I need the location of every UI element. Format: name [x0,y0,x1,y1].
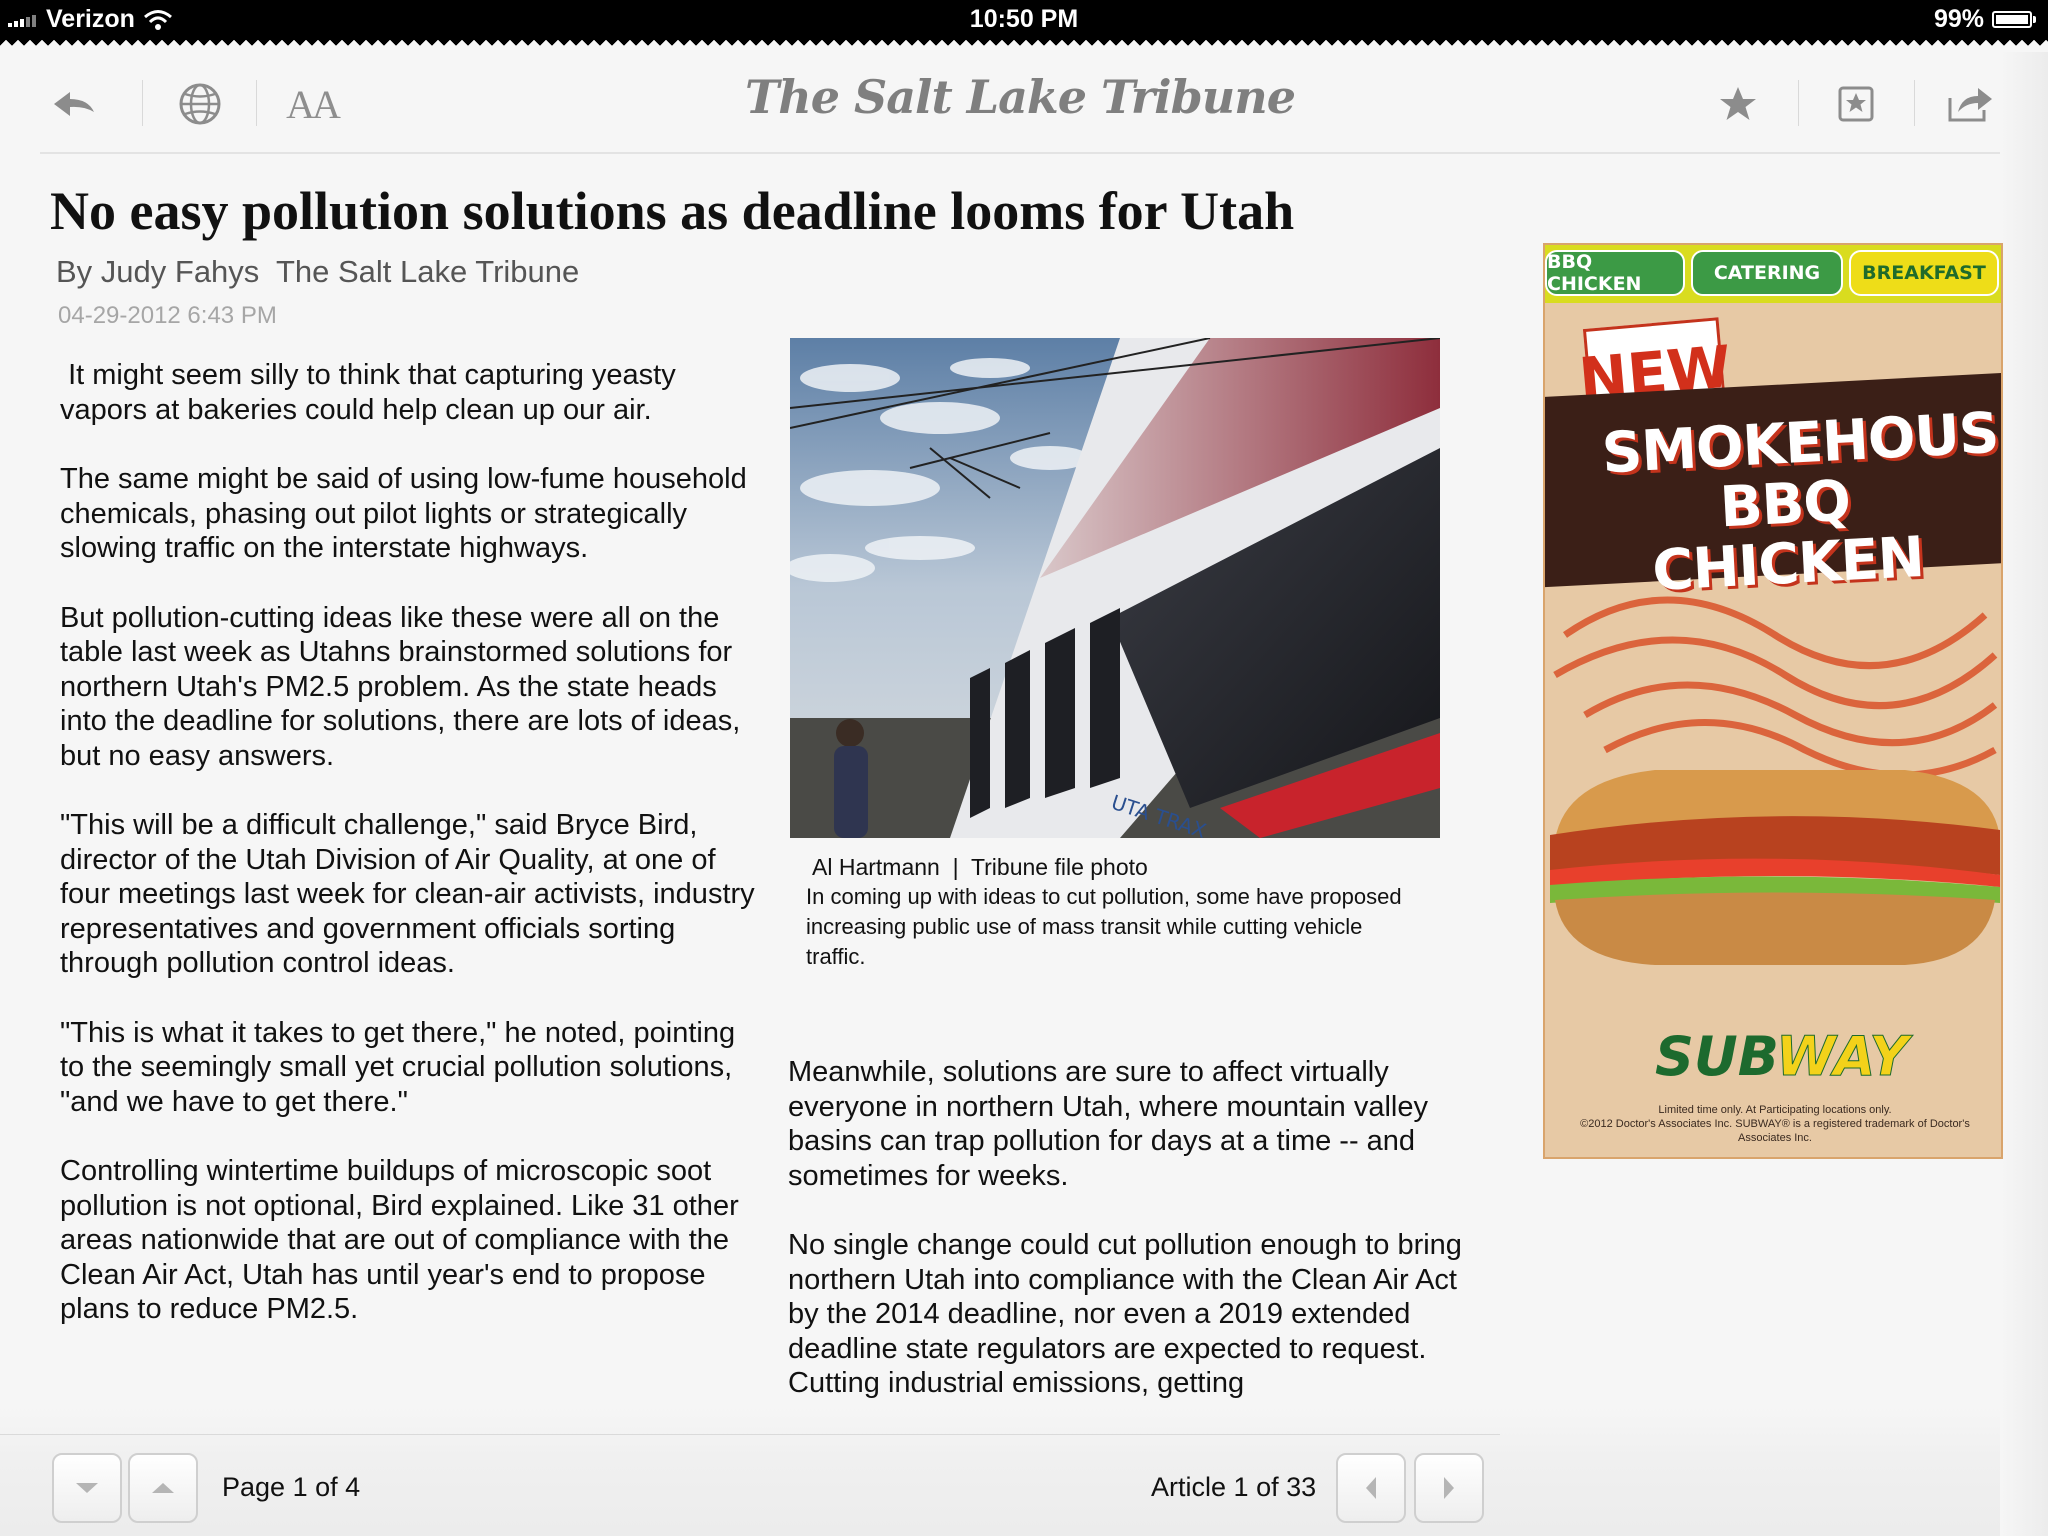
photo-credit: Al Hartmann | Tribune file photo [812,854,1148,880]
back-arrow-icon [54,92,94,116]
sandwich-image [1550,596,2000,965]
article-total: 33 [1286,1472,1317,1502]
previous-article-button[interactable] [1336,1453,1406,1523]
article-of: of [1256,1472,1279,1502]
status-right: 99% [1933,5,2036,34]
article-headline: No easy pollution solutions as deadline … [50,181,1295,241]
toolbar-divider [1798,80,1799,126]
toolbar-divider [256,80,257,126]
masthead-logo: The Salt Lake Tribune [745,70,1296,124]
bookmark-star-icon [1838,86,1874,122]
paragraph: But pollution-cutting ideas like these w… [60,601,741,772]
article-column-right: Meanwhile, solutions are sure to affect … [788,1055,1488,1436]
font-size-button[interactable]: AA [282,74,342,134]
article-label: Article [1151,1472,1227,1502]
article-indicator: Article 1 of 33 [1151,1472,1316,1503]
share-button[interactable] [1940,74,2000,134]
article-date: 04-29-2012 6:43 PM [58,302,277,329]
page-label: Page [222,1472,286,1502]
web-view-button[interactable] [170,74,230,134]
logo-way: WAY [1775,1025,1909,1089]
article-column-left: It might seem silly to think that captur… [60,358,760,1362]
chevron-left-icon [1366,1477,1376,1499]
paragraph: "This is what it takes to get there," he… [60,1016,736,1118]
photo-caption: In coming up with ideas to cut pollution… [806,884,1402,969]
article-photo[interactable]: UTA TRAX [790,338,1440,838]
paragraph: Meanwhile, solutions are sure to affect … [788,1056,1428,1192]
toolbar-divider [142,80,143,126]
paragraph: The same might be said of using low-fume… [60,463,747,564]
bottom-bar [0,1405,2000,1536]
chevron-right-icon [1444,1477,1454,1499]
scroll-up-button[interactable] [128,1453,198,1523]
light-rail-train-image: UTA TRAX [790,338,1440,838]
subway-advertisement[interactable]: BBQ CHICKEN CATERING BREAKFAST NEW SMOKE… [1543,243,2003,1159]
toolbar-divider [1914,80,1915,126]
article-current: 1 [1233,1472,1249,1502]
chevron-down-icon [76,1483,98,1493]
paragraph: Controlling wintertime buildups of micro… [60,1155,739,1325]
globe-icon [179,83,221,125]
font-size-icon: AA [286,81,341,127]
photo-caption-block: Al Hartmann | Tribune file photo In comi… [806,852,1426,972]
ad-tab-catering[interactable]: CATERING [1691,250,1843,296]
page-indicator: Page 1 of 4 [222,1472,360,1503]
paragraph: No single change could cut pollution eno… [788,1229,1462,1399]
paragraph: It might seem silly to think that captur… [60,359,684,426]
ad-tab-breakfast[interactable]: BREAKFAST [1849,250,1999,296]
page-total: 4 [345,1472,361,1502]
article-byline: By Judy Fahys The Salt Lake Tribune [56,254,580,289]
save-article-button[interactable] [1826,74,1886,134]
toolbar: AA The Salt Lake Tribune [0,52,2000,152]
ad-tab-bbq-chicken[interactable]: BBQ CHICKEN [1545,250,1685,296]
toolbar-divider-line [40,152,2000,154]
share-icon [1948,88,1992,122]
page-of: of [315,1472,338,1502]
bottom-divider [0,1434,1500,1435]
logo-sub: SUB [1655,1025,1776,1088]
chevron-up-icon [152,1483,174,1493]
favorite-button[interactable] [1708,74,1768,134]
battery-icon [1992,11,2036,28]
subway-logo: SUBWAY [1655,1025,1909,1089]
status-bar: Verizon 10:50 PM 99% [0,0,2048,52]
star-icon [1720,87,1756,120]
paragraph: "This will be a difficult challenge," sa… [60,809,755,979]
ad-fine-print: Limited time only. At Participating loca… [1555,1103,1995,1145]
status-bar-edge [0,40,2048,52]
ad-fine-line: Limited time only. At Participating loca… [1658,1104,1892,1116]
status-time: 10:50 PM [969,5,1079,33]
page-edge-shadow [2000,52,2048,1536]
page-current: 1 [292,1472,308,1502]
scroll-down-button[interactable] [52,1453,122,1523]
ad-tabs: BBQ CHICKEN CATERING BREAKFAST [1545,245,2001,303]
battery-percent: 99% [1933,5,1984,33]
ad-fine-line: ©2012 Doctor's Associates Inc. SUBWAY® i… [1580,1118,1970,1144]
next-article-button[interactable] [1414,1453,1484,1523]
back-button[interactable] [44,74,104,134]
